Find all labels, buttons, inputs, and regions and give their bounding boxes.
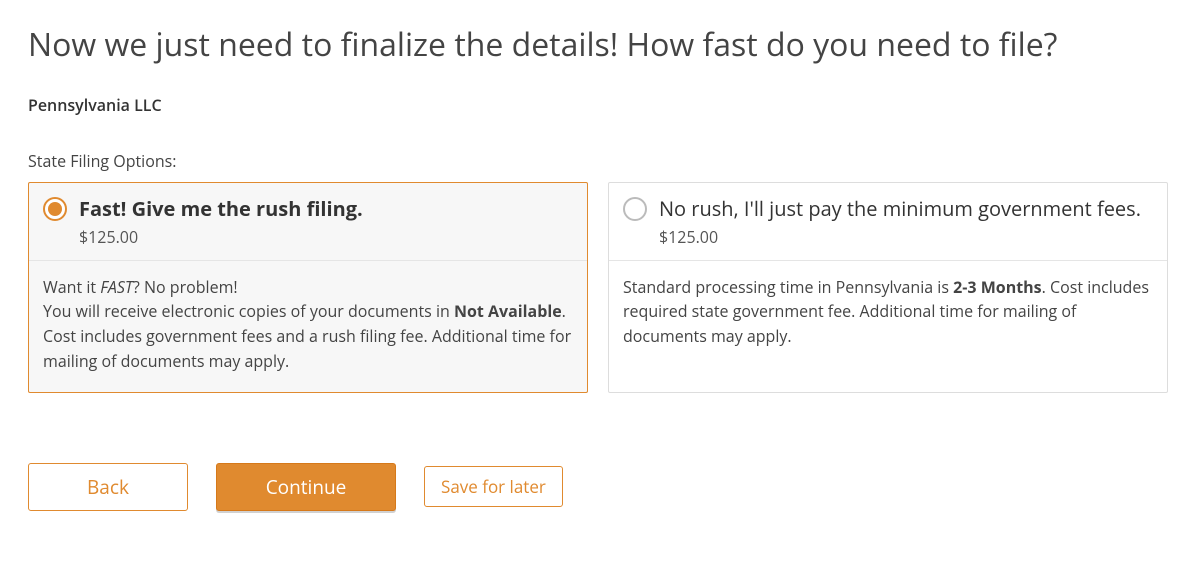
page-title: Now we just need to finalize the details… [28, 24, 1168, 66]
option-title: Fast! Give me the rush filing. [79, 195, 573, 222]
entity-label: Pennsylvania LLC [28, 94, 1168, 116]
filing-options: Fast! Give me the rush filing. $125.00 W… [28, 182, 1168, 393]
option-header: No rush, I'll just pay the minimum gover… [609, 183, 1167, 261]
option-description: Standard processing time in Pennsylvania… [609, 261, 1167, 367]
option-price: $125.00 [659, 226, 1153, 248]
option-title: No rush, I'll just pay the minimum gover… [659, 195, 1153, 222]
save-for-later-button[interactable]: Save for later [424, 466, 563, 507]
radio-icon[interactable] [43, 197, 67, 221]
option-standard[interactable]: No rush, I'll just pay the minimum gover… [608, 182, 1168, 393]
section-label: State Filing Options: [28, 150, 1168, 172]
option-header: Fast! Give me the rush filing. $125.00 [29, 183, 587, 261]
actions: Back Continue Save for later [28, 463, 1168, 511]
continue-button[interactable]: Continue [216, 463, 396, 511]
option-rush[interactable]: Fast! Give me the rush filing. $125.00 W… [28, 182, 588, 393]
radio-icon[interactable] [623, 197, 647, 221]
back-button[interactable]: Back [28, 463, 188, 511]
option-description: Want it FAST? No problem! You will recei… [29, 261, 587, 392]
option-price: $125.00 [79, 226, 573, 248]
